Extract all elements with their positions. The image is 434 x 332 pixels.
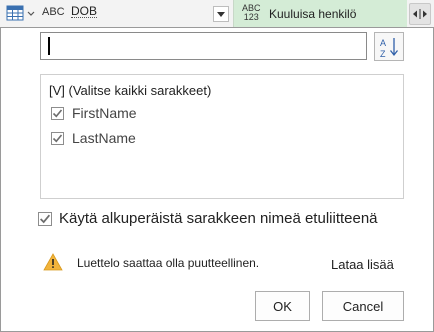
active-column-name: Kuuluisa henkilö [269, 7, 357, 21]
column-name-dob[interactable]: DOB [71, 5, 98, 18]
text-caret [48, 37, 50, 55]
select-all-columns[interactable]: [V] (Valitse kaikki sarakkeet) [49, 80, 211, 100]
sort-ascending-icon: A Z [375, 38, 403, 64]
checkmark-icon [52, 108, 63, 117]
list-item-firstname[interactable]: FirstName [51, 103, 137, 123]
column-header-strip: ABC DOB ABC 123 Kuuluisa henkilö [0, 0, 434, 28]
list-item-label: FirstName [72, 105, 137, 121]
warning-icon [43, 253, 63, 271]
active-column-header[interactable]: ABC 123 Kuuluisa henkilö [233, 0, 407, 28]
incomplete-list-warning: Luettelo saattaa olla puutteellinen. [77, 256, 260, 270]
use-prefix-option[interactable]: Käytä alkuperäistä sarakkeen nimeä etuli… [38, 210, 378, 227]
load-more-link[interactable]: Lataa lisää [331, 257, 394, 272]
checkbox-lastname[interactable] [51, 131, 64, 145]
column-type-any: ABC 123 [242, 3, 261, 22]
sort-button[interactable]: A Z [374, 32, 404, 61]
expand-arrows-icon[interactable] [409, 3, 431, 25]
checkbox-firstname[interactable] [51, 106, 64, 120]
search-input[interactable] [40, 32, 367, 60]
column-type-text: ABC [42, 6, 65, 18]
ok-button[interactable]: OK [255, 291, 310, 321]
checkmark-icon [52, 133, 63, 142]
use-prefix-checkbox[interactable] [38, 211, 52, 226]
use-prefix-label: Käytä alkuperäistä sarakkeen nimeä etuli… [59, 210, 378, 227]
svg-text:A: A [380, 38, 386, 48]
svg-text:Z: Z [380, 49, 386, 59]
column-list: [V] (Valitse kaikki sarakkeet) FirstName… [40, 74, 404, 199]
cancel-button[interactable]: Cancel [322, 291, 404, 321]
list-item-lastname[interactable]: LastName [51, 128, 136, 148]
checkmark-icon [40, 214, 51, 223]
list-item-label: LastName [72, 130, 136, 146]
chevron-down-icon[interactable] [213, 6, 229, 22]
table-icon[interactable] [6, 4, 36, 24]
